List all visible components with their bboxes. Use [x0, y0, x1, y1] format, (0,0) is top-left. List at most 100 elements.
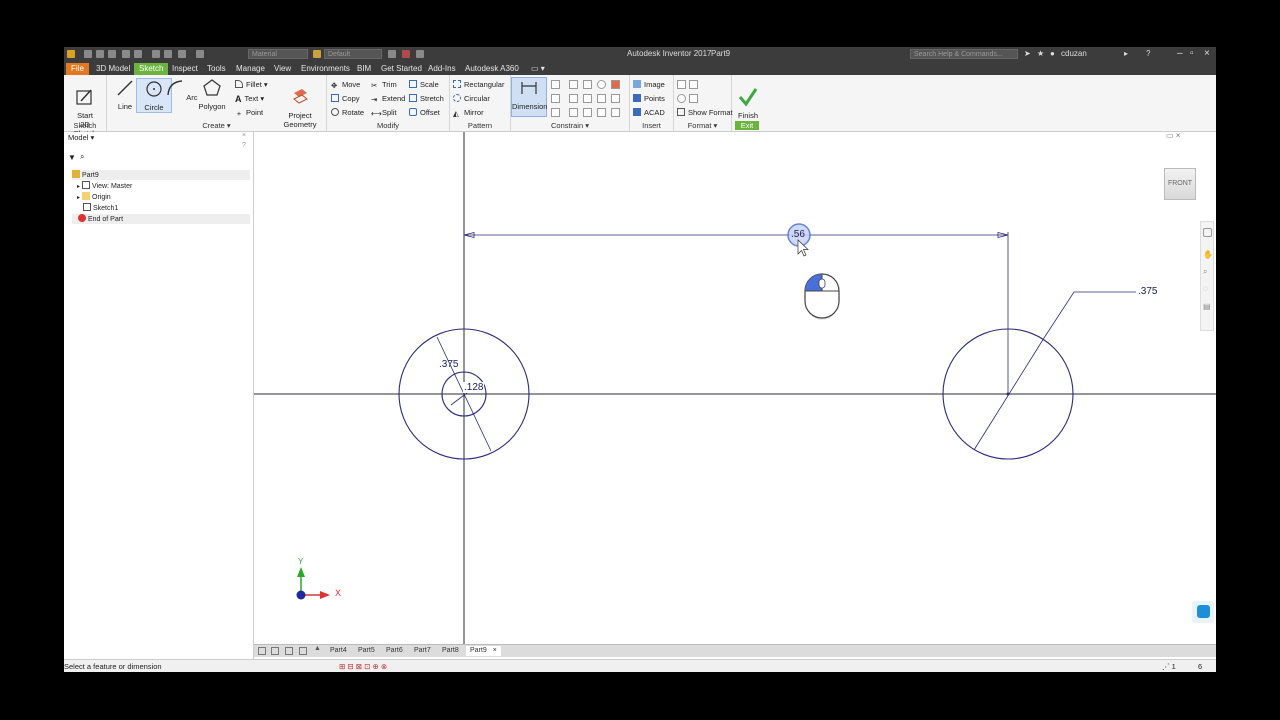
undo-icon[interactable] [122, 50, 130, 58]
points-button[interactable]: Points [633, 93, 665, 104]
auto-dimension-icon[interactable] [551, 80, 560, 89]
tab-manage[interactable]: Manage [231, 63, 270, 75]
point-button[interactable]: + Point [235, 107, 263, 118]
tab-menu-icon[interactable]: ▲ [314, 645, 321, 652]
zoom-icon[interactable]: ⌕ [1203, 267, 1207, 277]
symmetric-icon[interactable] [597, 108, 606, 117]
show-constraints-icon[interactable] [551, 94, 560, 103]
tab-environments[interactable]: Environments [296, 63, 355, 75]
tab-view[interactable]: View [269, 63, 296, 75]
doc-tab-close-icon[interactable]: × [493, 647, 497, 654]
tab-inspect[interactable]: Inspect [167, 63, 203, 75]
dimension-value-horizontal[interactable]: .56 [791, 229, 805, 240]
doc-tab-part5[interactable]: Part5 [354, 646, 379, 656]
orbit-icon[interactable]: ◌ [1203, 284, 1208, 293]
extend-button[interactable]: ⇥ Extend [371, 93, 405, 104]
adjust-icon[interactable] [388, 50, 396, 58]
arrange-vertical-icon[interactable] [299, 647, 307, 655]
browser-help-icon[interactable]: ? [242, 142, 246, 149]
doc-tab-part8[interactable]: Part8 [438, 646, 463, 656]
show-format-button[interactable]: Show Format [677, 107, 733, 118]
user-name[interactable]: cduzan [1061, 49, 1087, 58]
tree-node-part[interactable]: Part9 [72, 170, 250, 180]
rectangular-pattern-button[interactable]: Rectangular [453, 79, 504, 90]
coincident-icon[interactable] [569, 80, 578, 89]
favorite-icon[interactable]: ★ [1037, 49, 1044, 58]
doc-tab-part9[interactable]: Part9 × [466, 646, 501, 656]
vertical-icon[interactable] [611, 94, 620, 103]
offset-button[interactable]: Offset [409, 107, 440, 118]
tab-autodesk-a360[interactable]: Autodesk A360 [460, 63, 524, 75]
find-icon[interactable]: ⌕ [80, 152, 84, 162]
graphics-window[interactable]: .56 .375 .128 .375 X Y ▭ × FRONT ✋ ⌕ ◌ ▤ [254, 131, 1216, 644]
new-icon[interactable] [84, 50, 92, 58]
mirror-button[interactable]: ◭ Mirror [453, 107, 484, 118]
scale-button[interactable]: Scale [409, 79, 439, 90]
relax-mode-icon[interactable] [551, 108, 560, 117]
minimize-icon[interactable]: – [1177, 48, 1183, 59]
doc-tab-part4[interactable]: Part4 [326, 646, 351, 656]
split-button[interactable]: ⟷Split [371, 107, 397, 118]
look-at-icon[interactable]: ▤ [1203, 302, 1211, 311]
params-icon[interactable] [416, 50, 424, 58]
stretch-button[interactable]: Stretch [409, 93, 444, 104]
center-point-icon[interactable] [677, 94, 686, 103]
steering-wheel-icon[interactable] [1203, 228, 1212, 237]
dimension-value-right[interactable]: .375 [1138, 286, 1157, 297]
doc-tab-part6[interactable]: Part6 [382, 646, 407, 656]
filter-icon[interactable]: ▼ [68, 153, 76, 162]
close-icon[interactable]: × [1204, 48, 1210, 59]
trim-button[interactable]: ✂ Trim [371, 79, 397, 90]
tree-node-view[interactable]: ▸ View: Master [77, 181, 132, 191]
arrange-horizontal-icon[interactable] [285, 647, 293, 655]
tab-sketch[interactable]: Sketch [134, 63, 169, 75]
doc-tab-part7[interactable]: Part7 [410, 646, 435, 656]
update-icon[interactable] [196, 50, 204, 58]
user-icon[interactable]: ● [1050, 49, 1055, 58]
help-icon[interactable]: ? [1146, 49, 1150, 58]
browser-title[interactable]: Model ▾ [68, 133, 94, 142]
save-icon[interactable] [108, 50, 116, 58]
ribbon-options-icon[interactable]: ▭ ▾ [526, 63, 550, 75]
home-icon[interactable] [152, 50, 160, 58]
open-icon[interactable] [96, 50, 104, 58]
dimension-value-left-outer[interactable]: .375 [439, 359, 458, 370]
material-select[interactable]: Material [248, 49, 308, 59]
copy-button[interactable]: Copy [331, 93, 360, 104]
redo-icon[interactable] [134, 50, 142, 58]
tree-node-sketch[interactable]: Sketch1 [77, 203, 250, 213]
acad-button[interactable]: ACAD [633, 107, 665, 118]
viewcube[interactable]: FRONT [1164, 168, 1196, 200]
tile-icon[interactable] [258, 647, 266, 655]
polygon-button[interactable]: Polygon [195, 78, 229, 111]
concentric-icon[interactable] [597, 80, 606, 89]
browser-close-icon[interactable]: × [242, 132, 246, 139]
tab-file[interactable]: File [66, 63, 89, 75]
centerline-icon[interactable] [689, 80, 698, 89]
a360-button[interactable] [1192, 601, 1214, 623]
dimension-button[interactable]: Dimension [511, 77, 547, 117]
maximize-icon[interactable]: ▫ [1190, 48, 1194, 59]
status-tools[interactable]: ⊞ ⊟ ⊠ ⊡ ⊕ ⊗ [339, 662, 387, 671]
cascade-icon[interactable] [271, 647, 279, 655]
tab-bim[interactable]: BIM [352, 63, 376, 75]
text-button[interactable]: A Text ▾ [235, 93, 264, 104]
tab-add-ins[interactable]: Add-Ins [423, 63, 461, 75]
pan-icon[interactable]: ✋ [1203, 250, 1213, 259]
app-exchange-icon[interactable]: ▸ [1124, 49, 1128, 58]
search-icon[interactable]: ➤ [1024, 49, 1031, 58]
appearance-select[interactable]: Default [324, 49, 382, 59]
fix-icon[interactable] [611, 80, 620, 89]
horizontal-icon[interactable] [597, 94, 606, 103]
tab-get-started[interactable]: Get Started [376, 63, 427, 75]
viewport-controls[interactable]: ▭ × [1166, 131, 1180, 140]
dimension-value-left-inner[interactable]: .128 [463, 382, 485, 393]
tab-tools[interactable]: Tools [202, 63, 231, 75]
tangent-icon[interactable] [569, 108, 578, 117]
rotate-button[interactable]: Rotate [331, 107, 364, 118]
select-icon[interactable] [178, 50, 186, 58]
construction-icon[interactable] [677, 80, 686, 89]
equal-icon[interactable] [611, 108, 620, 117]
appearance-icon[interactable] [313, 50, 321, 58]
tree-node-end-of-part[interactable]: End of Part [72, 214, 250, 224]
